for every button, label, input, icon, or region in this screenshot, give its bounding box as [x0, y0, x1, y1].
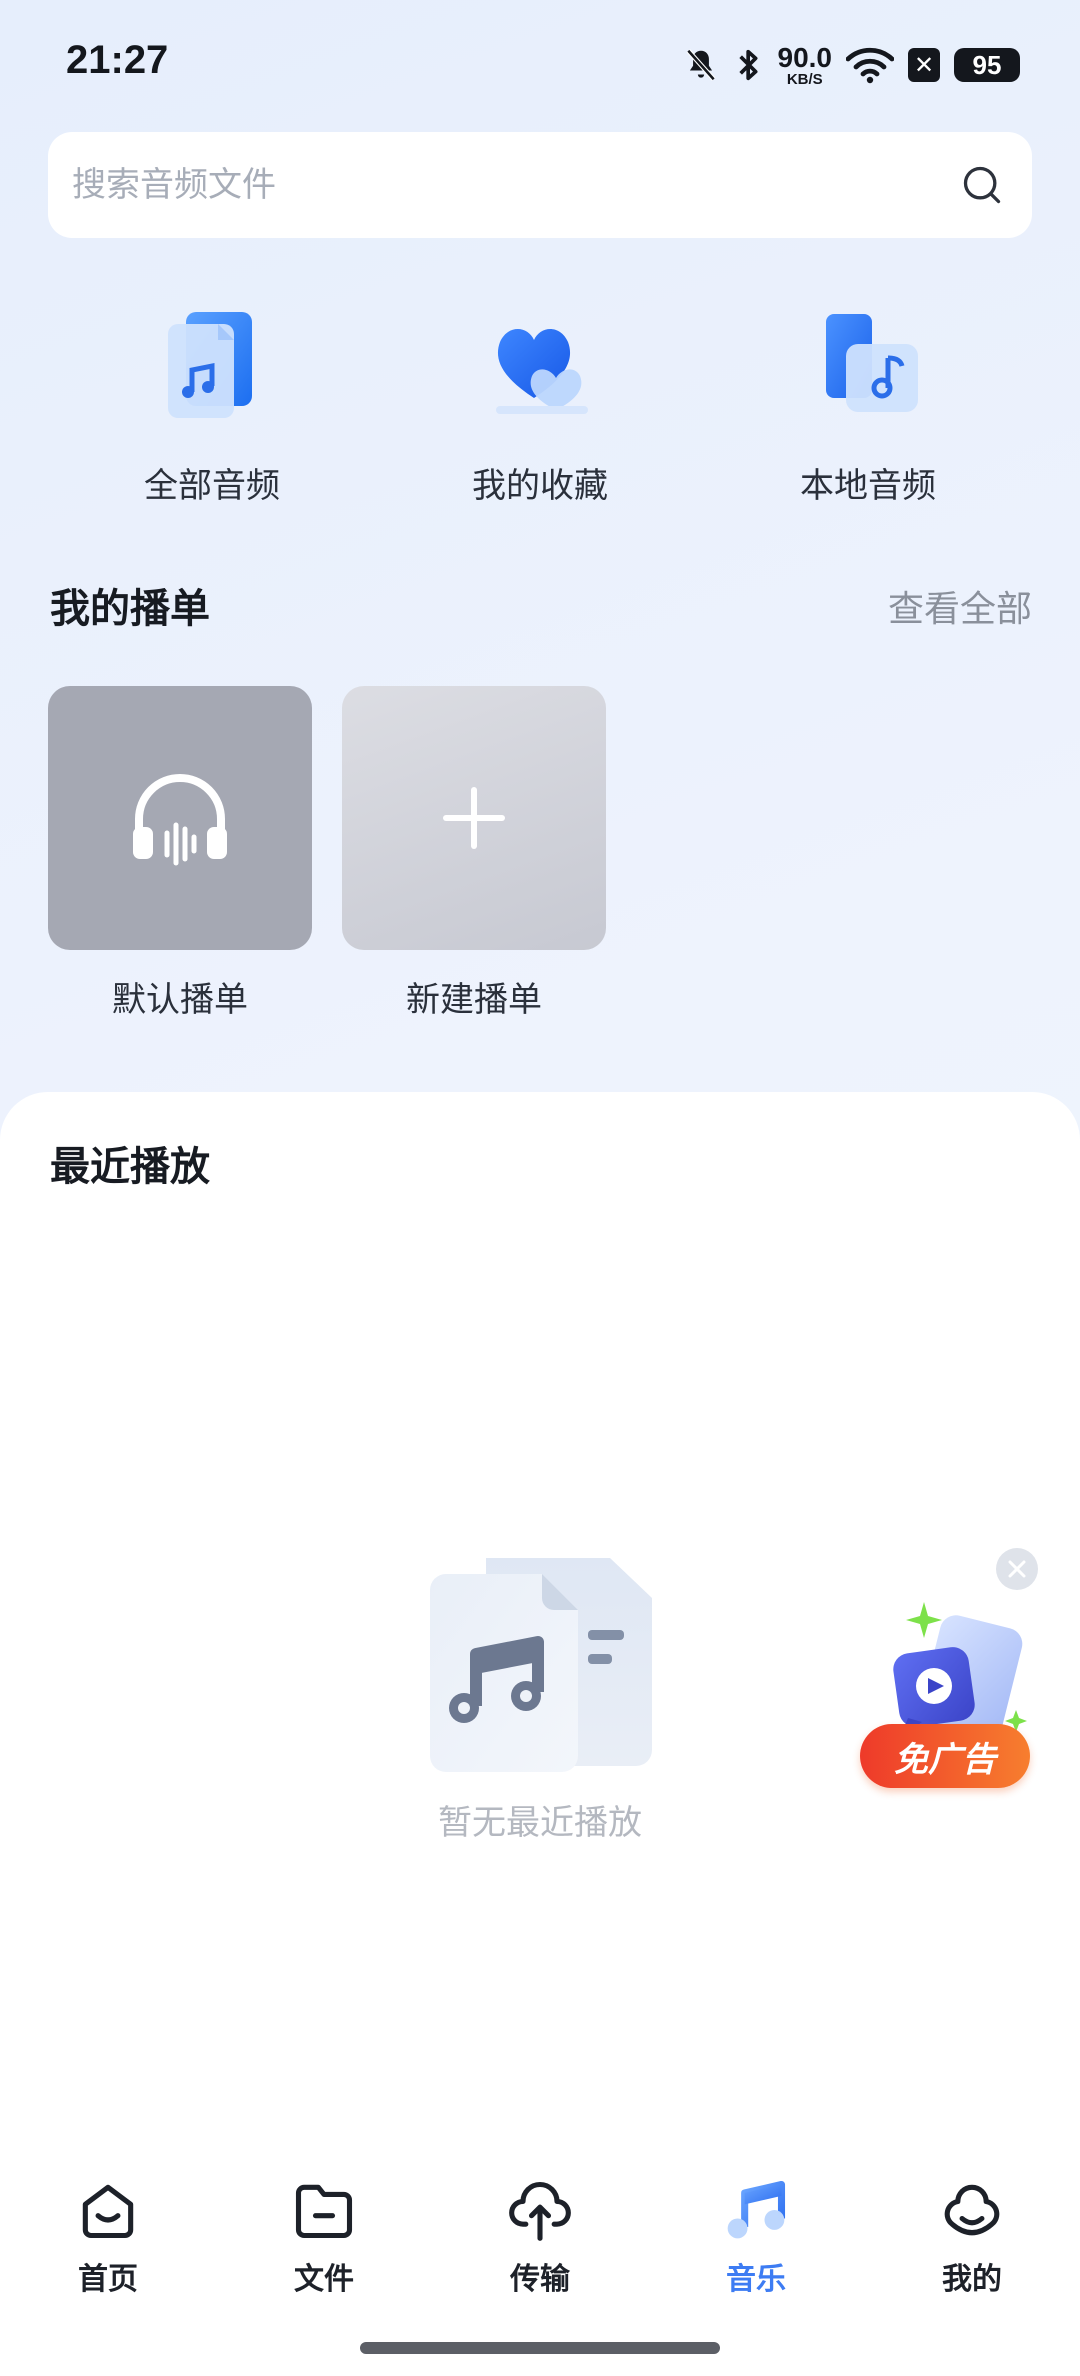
- search-icon[interactable]: [960, 163, 1004, 207]
- quick-entry-local-audio[interactable]: 本地音频: [748, 306, 988, 507]
- bluetooth-icon: [734, 45, 764, 85]
- nav-label: 首页: [78, 2262, 138, 2297]
- nav-profile[interactable]: 我的: [902, 2176, 1042, 2298]
- music-note-icon: [727, 2180, 786, 2239]
- empty-music-file-icon: [430, 1558, 652, 1772]
- plus-icon: [443, 787, 505, 849]
- all-audio-icon: [168, 312, 252, 418]
- net-speed-value: 90.0: [777, 41, 833, 73]
- nav-files[interactable]: 文件: [254, 2176, 394, 2298]
- search-input[interactable]: [72, 165, 960, 205]
- playlist-new-label: 新建播单: [406, 980, 542, 1020]
- folder-icon: [295, 2184, 353, 2239]
- nav-home[interactable]: 首页: [38, 2176, 178, 2298]
- playlist-default-label: 默认播单: [112, 980, 248, 1020]
- nav-label: 音乐: [726, 2262, 786, 2297]
- quick-entry-all-audio[interactable]: 全部音频: [92, 306, 332, 507]
- net-speed: 90.0 KB/S: [777, 41, 833, 88]
- nav-transfer[interactable]: 传输: [470, 2176, 610, 2298]
- home-icon: [82, 2184, 134, 2239]
- playlist-new-card[interactable]: [342, 686, 606, 950]
- nav-label: 文件: [294, 2262, 354, 2297]
- quick-entry-label: 我的收藏: [472, 466, 608, 506]
- battery-indicator: 95: [954, 48, 1020, 82]
- playlists-title: 我的播单: [50, 586, 210, 632]
- local-audio-icon: [826, 314, 918, 412]
- wifi-icon: [846, 46, 894, 84]
- headphones-icon: [133, 774, 227, 866]
- favorites-hearts-icon: [496, 329, 588, 414]
- quick-entry-label: 全部音频: [144, 466, 280, 506]
- nav-label: 传输: [510, 2262, 570, 2297]
- nav-label: 我的: [942, 2262, 1002, 2297]
- ad-close-button[interactable]: [996, 1548, 1038, 1590]
- x-app-icon: ✕: [908, 48, 940, 82]
- profile-icon: [944, 2184, 1000, 2236]
- status-icons: 90.0 KB/S ✕ 95: [682, 40, 1020, 90]
- quick-entry-favorites[interactable]: 我的收藏: [420, 306, 660, 507]
- search-bar[interactable]: [48, 132, 1032, 238]
- net-speed-unit: KB/S: [786, 70, 823, 88]
- recent-title: 最近播放: [50, 1144, 210, 1190]
- nav-music[interactable]: 音乐: [686, 2176, 826, 2298]
- mute-bell-icon: [682, 46, 720, 84]
- bottom-navigation: 首页 文件 传输 音乐 我的: [0, 2150, 1080, 2297]
- status-bar: 21:27 90.0 KB/S ✕ 95: [0, 0, 1080, 128]
- quick-entry-label: 本地音频: [800, 466, 936, 506]
- see-all-link[interactable]: 查看全部: [888, 580, 1032, 632]
- playlist-default-card[interactable]: [48, 686, 312, 950]
- status-time: 21:27: [66, 38, 169, 82]
- transfer-cloud-icon: [509, 2181, 571, 2241]
- close-icon: [1008, 1560, 1026, 1578]
- ad-free-badge[interactable]: 免广告: [860, 1724, 1030, 1788]
- home-indicator[interactable]: [360, 2342, 720, 2354]
- empty-recent-text: 暂无最近播放: [438, 1803, 642, 1843]
